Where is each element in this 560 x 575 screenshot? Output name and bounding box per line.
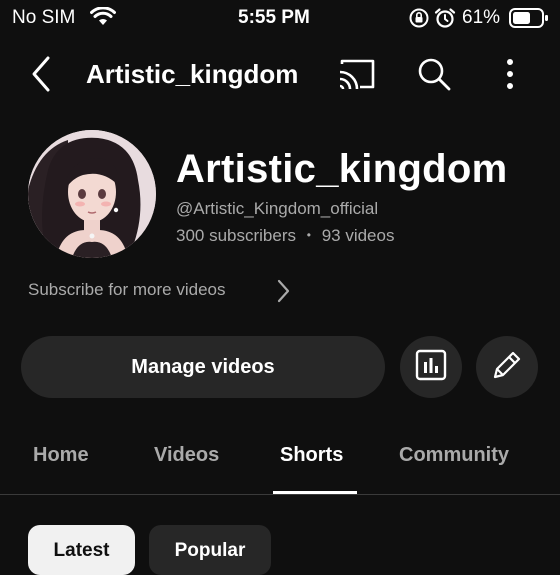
cast-icon: [334, 59, 378, 96]
tab-videos[interactable]: Videos: [154, 443, 219, 467]
channel-name: Artistic_kingdom: [176, 147, 508, 191]
chevron-right-icon: [276, 278, 292, 309]
battery-icon: [509, 8, 549, 33]
stats-separator: •: [306, 228, 311, 242]
chip-latest[interactable]: Latest: [28, 525, 135, 575]
chip-popular-label: Popular: [174, 540, 246, 561]
battery-percent: 61%: [462, 7, 501, 28]
tab-divider: [0, 494, 560, 495]
chip-latest-label: Latest: [53, 540, 110, 561]
video-count: 93 videos: [321, 226, 395, 245]
analytics-icon: [414, 348, 448, 387]
more-options-button[interactable]: [498, 54, 522, 94]
carrier-label: No SIM: [12, 7, 76, 28]
tab-community[interactable]: Community: [399, 443, 509, 467]
chip-popular[interactable]: Popular: [149, 525, 271, 575]
clock-time: 5:55 PM: [238, 7, 310, 28]
subscriber-count: 300 subscribers: [176, 226, 297, 245]
search-icon: [414, 58, 454, 98]
tab-home[interactable]: Home: [33, 443, 89, 467]
status-bar: No SIM 5:55 PM 61%: [0, 0, 560, 36]
back-icon: [22, 56, 62, 100]
cast-button[interactable]: [334, 56, 378, 92]
channel-stats: 300 subscribers • 93 videos: [176, 225, 394, 246]
orientation-lock-icon: [409, 8, 429, 33]
manage-videos-button[interactable]: Manage videos: [21, 336, 385, 398]
channel-handle: @Artistic_Kingdom_official: [176, 199, 379, 218]
analytics-button[interactable]: [400, 336, 462, 398]
subscribe-prompt-text: Subscribe for more videos: [28, 280, 226, 299]
tab-shorts[interactable]: Shorts: [280, 443, 343, 467]
subscribe-prompt-link[interactable]: Subscribe for more videos: [28, 276, 298, 304]
wifi-icon: [90, 6, 116, 32]
avatar[interactable]: [28, 130, 156, 258]
alarm-icon: [434, 7, 456, 34]
edit-channel-button[interactable]: [476, 336, 538, 398]
manage-videos-label: Manage videos: [131, 355, 275, 378]
search-button[interactable]: [414, 54, 454, 94]
more-vert-icon: [498, 59, 522, 98]
edit-pencil-icon: [490, 348, 524, 387]
page-title: Artistic_kingdom: [86, 59, 299, 89]
back-button[interactable]: [22, 52, 62, 96]
